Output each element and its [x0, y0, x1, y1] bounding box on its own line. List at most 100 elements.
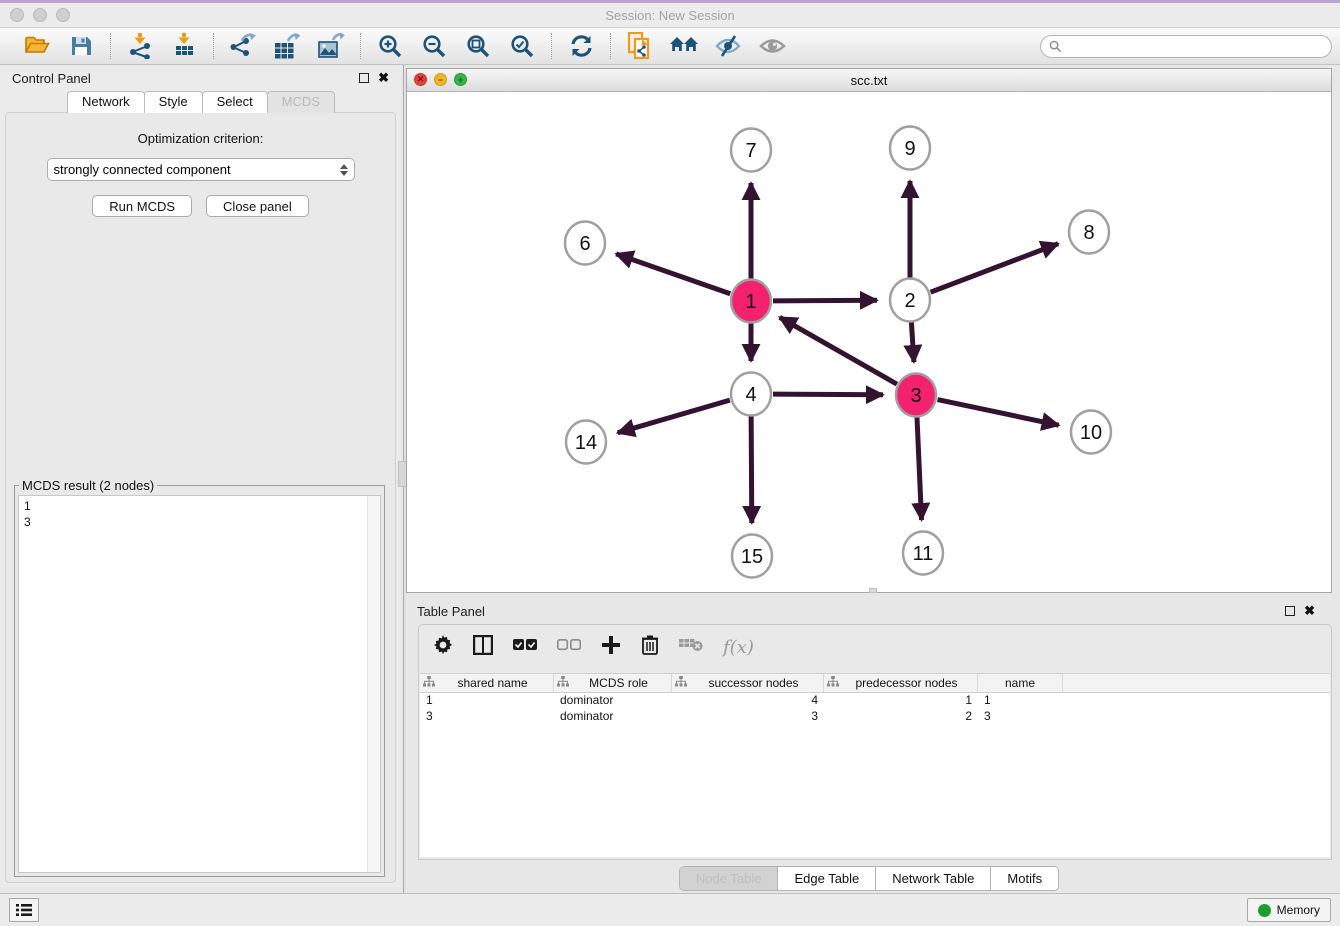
tab-style[interactable]: Style	[144, 91, 203, 113]
table-cell[interactable]: 1	[978, 693, 1063, 709]
window-controls[interactable]	[10, 8, 70, 22]
home-first-neighbors-button[interactable]	[669, 32, 699, 60]
edge-1-2[interactable]	[773, 300, 877, 301]
open-session-button[interactable]	[22, 32, 52, 60]
column-header-successor-nodes[interactable]: successor nodes	[672, 674, 824, 692]
network-resize-grip[interactable]	[869, 588, 877, 593]
edge-2-3[interactable]	[911, 322, 914, 362]
edge-3-1[interactable]	[780, 317, 897, 384]
node-8[interactable]: 8	[1069, 211, 1109, 254]
tab-select[interactable]: Select	[202, 91, 268, 113]
zoom-out-button[interactable]	[419, 32, 449, 60]
table-cell[interactable]: 3	[978, 709, 1063, 725]
edge-4-3[interactable]	[773, 394, 883, 395]
column-header-name[interactable]: name	[978, 674, 1063, 692]
column-header-shared-name[interactable]: shared name	[420, 674, 554, 692]
table-row[interactable]: 3dominator323	[420, 709, 1330, 725]
show-all-button[interactable]	[757, 32, 787, 60]
clone-network-button[interactable]	[625, 32, 655, 60]
export-image-button[interactable]	[316, 32, 346, 60]
table-cell[interactable]: 1	[824, 693, 978, 709]
memory-button[interactable]: Memory	[1247, 898, 1331, 922]
add-row-button[interactable]	[601, 635, 621, 660]
mcds-tab-content: Optimization criterion: strongly connect…	[5, 112, 396, 883]
network-close-button[interactable]: ✕	[414, 73, 427, 86]
columns-button[interactable]	[473, 635, 493, 660]
maximize-window-button[interactable]	[56, 8, 70, 22]
tab-network[interactable]: Network	[67, 91, 145, 113]
table-cell[interactable]: 2	[824, 709, 978, 725]
edge-4-14[interactable]	[618, 400, 730, 433]
deselect-all-checks-button[interactable]	[557, 638, 581, 656]
edge-2-8[interactable]	[931, 244, 1059, 292]
node-2[interactable]: 2	[890, 279, 930, 322]
table-cell[interactable]: 3	[420, 709, 554, 725]
edge-1-6[interactable]	[616, 254, 730, 294]
zoom-selected-button[interactable]	[507, 32, 537, 60]
save-session-button[interactable]	[66, 32, 96, 60]
edge-3-11[interactable]	[917, 417, 922, 520]
table-cell[interactable]: dominator	[554, 693, 672, 709]
network-canvas[interactable]: 7 9 6 8 1 2 4 3 14 10 15 11	[407, 92, 1331, 592]
gear-button[interactable]	[433, 635, 453, 660]
node-11[interactable]: 11	[903, 532, 943, 575]
node-3[interactable]: 3	[896, 374, 936, 417]
network-window-titlebar[interactable]: ✕ − + scc.txt	[407, 69, 1331, 92]
zoom-out-icon	[422, 34, 447, 59]
minimize-window-button[interactable]	[33, 8, 47, 22]
node-1[interactable]: 1	[731, 280, 771, 323]
table-row[interactable]: 1dominator411	[420, 693, 1330, 709]
table-cell[interactable]: 3	[672, 709, 824, 725]
table-float-panel-icon[interactable]	[1285, 606, 1295, 616]
table-close-panel-icon[interactable]: ✖	[1304, 606, 1315, 616]
svg-text:10: 10	[1080, 422, 1102, 444]
node-7[interactable]: 7	[731, 129, 771, 172]
result-scrollbar[interactable]	[367, 496, 380, 872]
table-cell[interactable]: 4	[672, 693, 824, 709]
zoom-in-button[interactable]	[375, 32, 405, 60]
import-table-button[interactable]	[169, 32, 199, 60]
node-6[interactable]: 6	[565, 222, 605, 265]
node-14[interactable]: 14	[566, 421, 606, 464]
node-9[interactable]: 9	[890, 127, 930, 170]
gear-icon	[433, 635, 453, 660]
tab-motifs[interactable]: Motifs	[991, 867, 1058, 890]
tab-edge-table[interactable]: Edge Table	[778, 867, 876, 890]
node-10[interactable]: 10	[1071, 411, 1111, 454]
search-field[interactable]	[1040, 35, 1332, 58]
table-cell[interactable]: 1	[420, 693, 554, 709]
hide-selected-button[interactable]	[713, 32, 743, 60]
zoom-fit-button[interactable]	[463, 32, 493, 60]
network-maximize-button[interactable]: +	[454, 73, 467, 86]
edge-3-10[interactable]	[938, 400, 1059, 426]
export-network-button[interactable]	[228, 32, 258, 60]
node-15[interactable]: 15	[732, 535, 772, 578]
refresh-button[interactable]	[566, 32, 596, 60]
column-header-MCDS-role[interactable]: MCDS role	[554, 674, 672, 692]
float-panel-icon[interactable]	[359, 73, 369, 83]
tab-node-table[interactable]: Node Table	[680, 867, 779, 890]
close-panel-icon[interactable]: ✖	[378, 73, 389, 83]
mcds-result-text[interactable]: 13	[18, 495, 381, 873]
network-minimize-button[interactable]: −	[434, 73, 447, 86]
import-network-button[interactable]	[125, 32, 155, 60]
criterion-dropdown[interactable]: strongly connected component	[47, 158, 355, 181]
show-all-icon	[759, 37, 786, 55]
task-history-button[interactable]	[9, 898, 39, 922]
close-panel-button[interactable]: Close panel	[206, 195, 309, 217]
run-mcds-button[interactable]: Run MCDS	[92, 195, 192, 217]
search-input[interactable]	[1067, 38, 1323, 54]
node-table[interactable]: shared nameMCDS rolesuccessor nodesprede…	[420, 673, 1330, 857]
edge-4-15[interactable]	[751, 416, 752, 523]
node-4[interactable]: 4	[731, 373, 771, 416]
select-all-checks-button[interactable]	[513, 638, 537, 656]
tab-mcds[interactable]: MCDS	[267, 91, 335, 113]
export-table-button[interactable]	[272, 32, 302, 60]
column-header-predecessor-nodes[interactable]: predecessor nodes	[824, 674, 978, 692]
optimization-criterion-label: Optimization criterion:	[6, 131, 395, 146]
table-cell[interactable]: dominator	[554, 709, 672, 725]
tab-network-table[interactable]: Network Table	[876, 867, 991, 890]
delete-row-button[interactable]	[641, 634, 659, 660]
close-window-button[interactable]	[10, 8, 24, 22]
hide-selected-icon	[715, 35, 742, 57]
